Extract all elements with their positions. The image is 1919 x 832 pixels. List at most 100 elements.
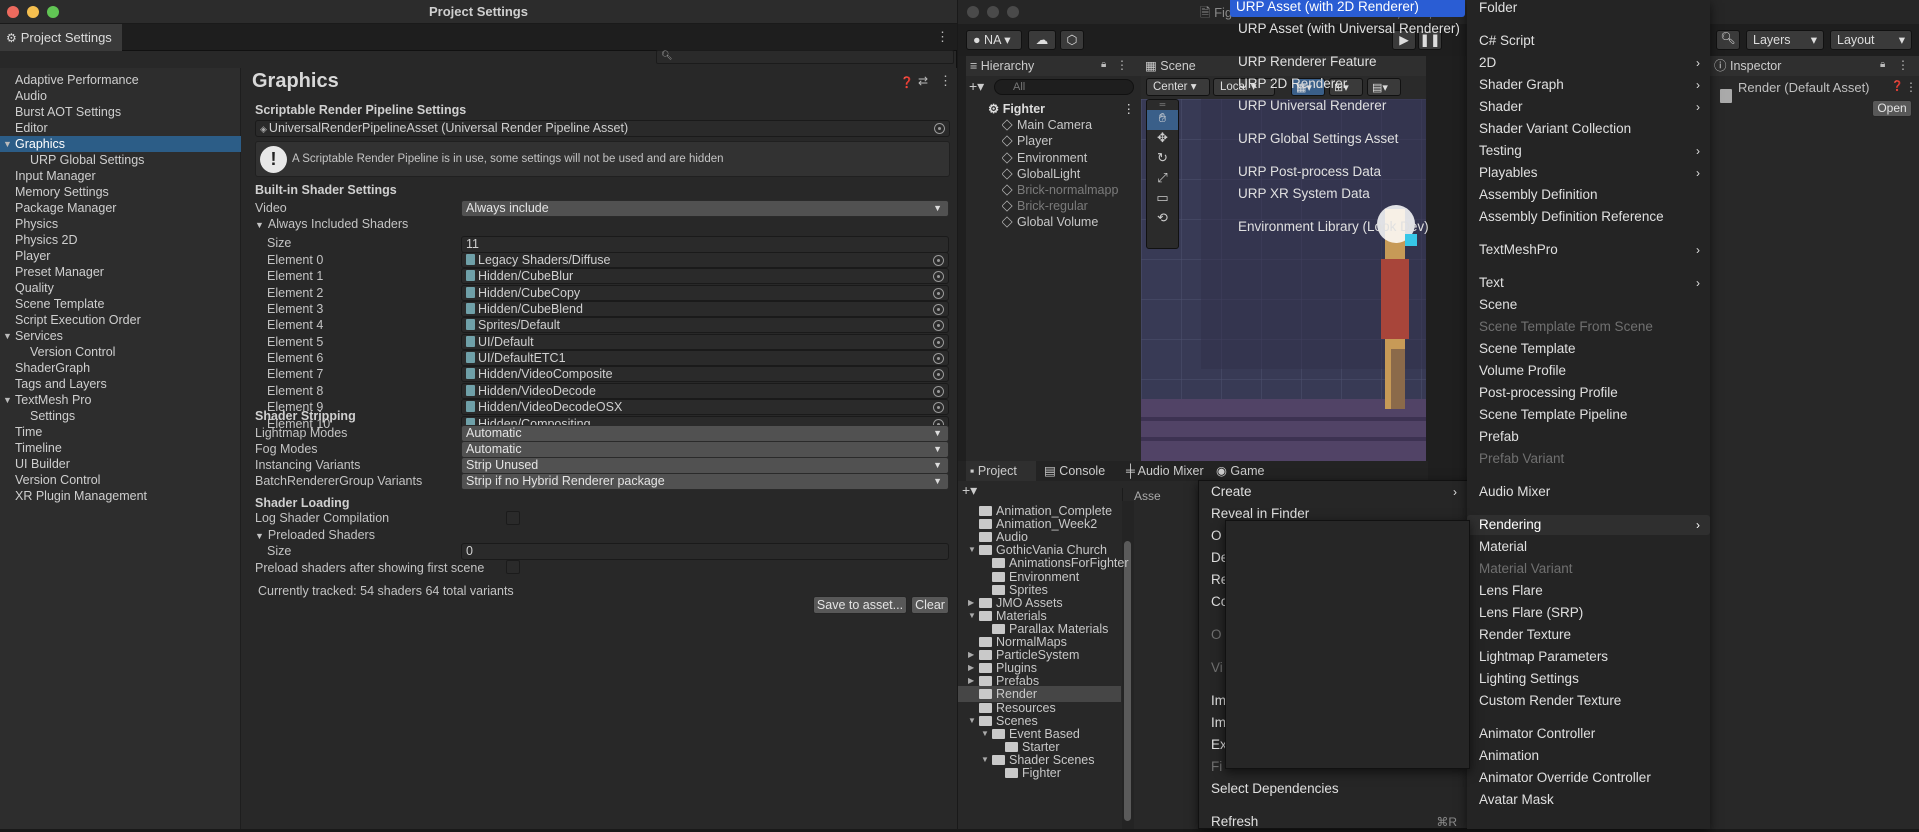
rect-tool-icon[interactable]: ▭	[1147, 190, 1178, 210]
menu-item[interactable]: URP Asset (with 2D Renderer)	[1230, 0, 1465, 17]
shader-element-field[interactable]: UI/DefaultETC1	[461, 350, 949, 367]
foldout-arrow-icon[interactable]: ▼	[3, 392, 12, 408]
settings-category-5[interactable]: URP Global Settings	[0, 152, 241, 168]
menu-item[interactable]: URP XR System Data	[1226, 184, 1469, 204]
lock-icon[interactable]: 🔒︎	[1101, 59, 1106, 70]
menu-item[interactable]: Volume Profile	[1467, 361, 1710, 381]
instancing-variants-dropdown[interactable]: Strip Unused ▼	[461, 457, 949, 474]
settings-category-19[interactable]: Tags and Layers	[0, 376, 241, 392]
add-object-button[interactable]: +▾	[969, 78, 984, 95]
hierarchy-item[interactable]: ▶Player	[1002, 133, 1141, 149]
move-tool-icon[interactable]: ✥	[1147, 130, 1178, 150]
scene-viewport[interactable]: ═ ✋︎ ✥ ↻ ⤢ ▭ ⟲	[1141, 99, 1426, 461]
settings-category-9[interactable]: Physics	[0, 216, 241, 232]
menu-item[interactable]: Lens Flare (SRP)	[1467, 603, 1710, 623]
menu-item[interactable]: Custom Render Texture	[1467, 691, 1710, 711]
menu-item[interactable]: Audio Mixer	[1467, 482, 1710, 502]
hierarchy-item[interactable]: Global Volume	[1002, 214, 1141, 230]
menu-item[interactable]: Scene Template	[1467, 339, 1710, 359]
foldout-arrow-icon[interactable]: ▼	[3, 328, 12, 344]
layers-dropdown[interactable]: Layers ▾	[1746, 30, 1824, 50]
object-picker-icon[interactable]	[934, 123, 945, 134]
menu-item[interactable]: URP Renderer Feature	[1226, 52, 1469, 72]
menu-item[interactable]: Scene Template Pipeline	[1467, 405, 1710, 425]
shader-element-field[interactable]: Hidden/CubeBlend	[461, 301, 949, 318]
menu-item[interactable]: Folder	[1467, 0, 1710, 18]
settings-category-11[interactable]: Player	[0, 248, 241, 264]
project-folder-item[interactable]: Fighter	[958, 765, 1121, 781]
object-picker-icon[interactable]	[933, 320, 944, 332]
hierarchy-item[interactable]: ▶Environment	[1002, 150, 1141, 166]
object-picker-icon[interactable]	[933, 304, 944, 316]
object-picker-icon[interactable]	[933, 255, 944, 266]
lock-icon[interactable]: 🔒︎	[1880, 59, 1885, 70]
shader-element-field[interactable]: Hidden/CubeCopy	[461, 284, 949, 301]
rotate-tool-icon[interactable]: ↻	[1147, 150, 1178, 170]
object-picker-icon[interactable]	[933, 353, 944, 365]
hierarchy-scene-root[interactable]: ▼⚙ Fighter⋮	[988, 101, 1141, 117]
preload-after-first-scene-checkbox[interactable]	[506, 560, 520, 574]
minimize-window-button[interactable]	[987, 6, 999, 18]
scrollbar[interactable]	[1122, 501, 1134, 829]
search-button[interactable]: 🔍︎	[1716, 30, 1740, 50]
clear-button[interactable]: Clear	[911, 596, 949, 614]
shader-element-field[interactable]: UI/Default	[461, 333, 949, 350]
menu-item[interactable]: Lens Flare	[1467, 581, 1710, 601]
more-options-icon[interactable]: ⋮	[1116, 58, 1128, 72]
hierarchy-item[interactable]: Brick-regular	[1002, 198, 1141, 214]
collab-button[interactable]: ⬡	[1060, 30, 1084, 50]
hand-tool-icon[interactable]: ✋︎	[1147, 110, 1178, 130]
menu-item[interactable]: Animator Override Controller	[1467, 768, 1710, 788]
menu-item[interactable]: Avatar Mask	[1467, 790, 1710, 810]
hierarchy-item[interactable]: GlobalLight	[1002, 166, 1141, 182]
settings-category-13[interactable]: Quality	[0, 280, 241, 296]
menu-item[interactable]: Rendering ›	[1467, 515, 1710, 535]
settings-category-16[interactable]: ▼ Services	[0, 328, 241, 344]
zoom-window-button[interactable]	[1007, 6, 1019, 18]
foldout-arrow-icon[interactable]: ▼	[3, 136, 12, 152]
fog-modes-dropdown[interactable]: Automatic ▼	[461, 441, 949, 458]
size-input[interactable]: 11	[461, 236, 949, 253]
menu-item[interactable]: URP Universal Renderer	[1226, 96, 1469, 116]
settings-category-25[interactable]: Version Control	[0, 472, 241, 488]
account-dropdown[interactable]: ● NA ▾	[966, 30, 1022, 50]
menu-item[interactable]: Post-processing Profile	[1467, 383, 1710, 403]
menu-item[interactable]: Animation	[1467, 746, 1710, 766]
tab-hierarchy[interactable]: ≡ Hierarchy	[966, 56, 1141, 76]
menu-item[interactable]: Playables ›	[1467, 163, 1710, 183]
preloaded-size-input[interactable]: 0	[461, 543, 949, 560]
more-options-icon[interactable]: ⋮	[1897, 58, 1909, 72]
menu-item[interactable]: Testing ›	[1467, 141, 1710, 161]
menu-item[interactable]: Shader Variant Collection	[1467, 119, 1710, 139]
pivot-center-dropdown[interactable]: Center ▾	[1146, 78, 1210, 96]
hierarchy-search-input[interactable]: All	[994, 79, 1134, 95]
settings-category-23[interactable]: Timeline	[0, 440, 241, 456]
log-shader-compilation-checkbox[interactable]	[506, 511, 520, 525]
menu-item[interactable]: Refresh ⌘R	[1199, 812, 1467, 832]
settings-category-17[interactable]: Version Control	[0, 344, 241, 360]
settings-category-15[interactable]: Script Execution Order	[0, 312, 241, 328]
menu-item[interactable]: Environment Library (Look Dev)	[1226, 217, 1469, 237]
menu-item[interactable]: Scene	[1467, 295, 1710, 315]
menu-item[interactable]: Render Texture	[1467, 625, 1710, 645]
menu-item[interactable]: TextMeshPro ›	[1467, 240, 1710, 260]
menu-item[interactable]: 2D ›	[1467, 53, 1710, 73]
tab-audio-mixer[interactable]: ╪ Audio Mixer	[1122, 461, 1210, 481]
close-window-button[interactable]	[967, 6, 979, 18]
menu-item[interactable]: URP Global Settings Asset	[1226, 129, 1469, 149]
object-picker-icon[interactable]	[933, 385, 944, 397]
object-picker-icon[interactable]	[933, 287, 944, 299]
menu-item[interactable]: Material	[1467, 537, 1710, 557]
settings-category-24[interactable]: UI Builder	[0, 456, 241, 472]
settings-category-7[interactable]: Memory Settings	[0, 184, 241, 200]
settings-category-4[interactable]: ▼ Graphics	[0, 136, 241, 152]
settings-category-10[interactable]: Physics 2D	[0, 232, 241, 248]
save-to-asset-button[interactable]: Save to asset...	[813, 596, 907, 614]
layout-dropdown[interactable]: Layout ▾	[1830, 30, 1912, 50]
settings-category-0[interactable]: Adaptive Performance	[0, 72, 241, 88]
shader-element-field[interactable]: Hidden/CubeBlur	[461, 268, 949, 285]
settings-category-8[interactable]: Package Manager	[0, 200, 241, 216]
always-included-foldout[interactable]: ▼ Always Included Shaders	[255, 217, 408, 231]
shader-element-field[interactable]: Hidden/VideoComposite	[461, 366, 949, 383]
assets-breadcrumb[interactable]: Asse	[1134, 489, 1161, 503]
